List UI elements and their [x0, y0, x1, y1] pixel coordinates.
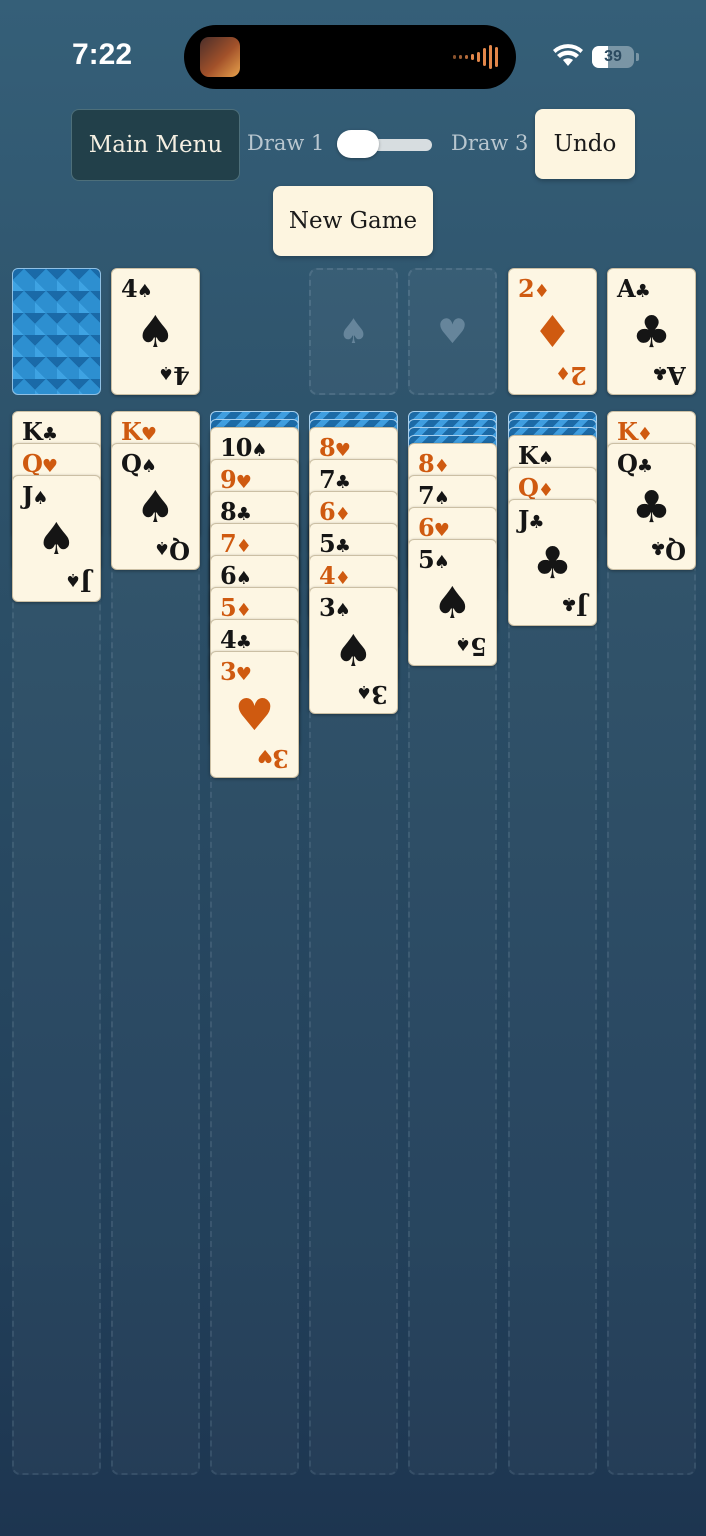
card-corner-top: Q♠: [121, 449, 157, 478]
now-playing-artwork-icon: [200, 37, 240, 77]
draw-mode-toggle-thumb[interactable]: [337, 130, 379, 158]
card-corner-bottom: J♣: [561, 592, 588, 621]
foundation-slot-2[interactable]: ♥: [408, 268, 497, 395]
card-center-suit: ♣: [631, 307, 672, 358]
card-corner-bottom: J♠: [65, 568, 92, 597]
card-corner-bottom: Q♣: [650, 536, 686, 565]
battery-tip: [636, 53, 639, 61]
card-corner-top: Q♣: [617, 449, 653, 478]
card-center-suit: ♠: [36, 514, 77, 565]
card-corner-bottom: 2♦: [556, 361, 587, 390]
draw-3-label: Draw 3: [451, 131, 529, 155]
card-corner-top: J♠: [22, 481, 49, 510]
foundation-card-3[interactable]: 2♦ ♦ 2♦: [508, 268, 597, 395]
tableau-card[interactable]: J♠ ♠ J♠: [12, 475, 101, 602]
foundation-suit-placeholder-icon: ♥: [437, 311, 468, 352]
card-center-suit: ♠: [432, 578, 473, 629]
battery-level: 39: [604, 48, 622, 65]
card-center-suit: ♣: [532, 538, 573, 589]
card-corner-bottom: 3♥: [258, 744, 289, 773]
tableau-card[interactable]: 3♥ ♥ 3♥: [210, 651, 299, 778]
new-game-button[interactable]: New Game: [273, 186, 433, 256]
card-corner-top: 3♥: [220, 657, 252, 686]
dynamic-island: [184, 25, 516, 89]
stock-pile[interactable]: [12, 268, 101, 395]
tableau-card[interactable]: 5♠ ♠ 5♠: [408, 539, 497, 666]
waste-card[interactable]: 4♠ ♠ 4♠: [111, 268, 200, 395]
card-corner-top: A♣: [617, 274, 651, 303]
tableau-card[interactable]: 3♠ ♠ 3♠: [309, 587, 398, 714]
card-corner-top: 4♠: [121, 274, 153, 303]
card-center-suit: ♠: [333, 626, 374, 677]
card-corner-top: J♣: [518, 505, 545, 534]
draw-1-label: Draw 1: [247, 131, 325, 155]
audio-waveform-icon: [453, 43, 498, 71]
foundation-suit-placeholder-icon: ♠: [338, 311, 369, 352]
card-corner-bottom: 5♠: [456, 632, 487, 661]
card-center-suit: ♠: [135, 482, 176, 533]
card-corner-top: 2♦: [518, 274, 550, 303]
card-corner-top: 3♠: [319, 593, 351, 622]
tableau-card[interactable]: Q♣ ♣ Q♣: [607, 443, 696, 570]
foundation-slot-1[interactable]: ♠: [309, 268, 398, 395]
card-corner-bottom: Q♠: [154, 536, 190, 565]
tableau-card[interactable]: J♣ ♣ J♣: [508, 499, 597, 626]
wifi-icon: [553, 44, 583, 66]
status-time: 7:22: [72, 38, 133, 71]
card-corner-bottom: 4♠: [159, 361, 190, 390]
tableau-column-7[interactable]: [607, 411, 696, 1475]
card-center-suit: ♦: [532, 307, 573, 358]
card-center-suit: ♠: [135, 307, 176, 358]
undo-button[interactable]: Undo: [535, 109, 635, 179]
card-center-suit: ♣: [631, 482, 672, 533]
card-corner-top: 5♠: [418, 545, 450, 574]
foundation-card-4[interactable]: A♣ ♣ A♣: [607, 268, 696, 395]
main-menu-button[interactable]: Main Menu: [71, 109, 240, 181]
card-center-suit: ♥: [234, 690, 275, 741]
card-corner-bottom: A♣: [653, 361, 686, 390]
tableau-column-2[interactable]: [111, 411, 200, 1475]
card-corner-bottom: 3♠: [357, 680, 388, 709]
battery-icon: 39: [592, 46, 634, 68]
tableau-card[interactable]: Q♠ ♠ Q♠: [111, 443, 200, 570]
